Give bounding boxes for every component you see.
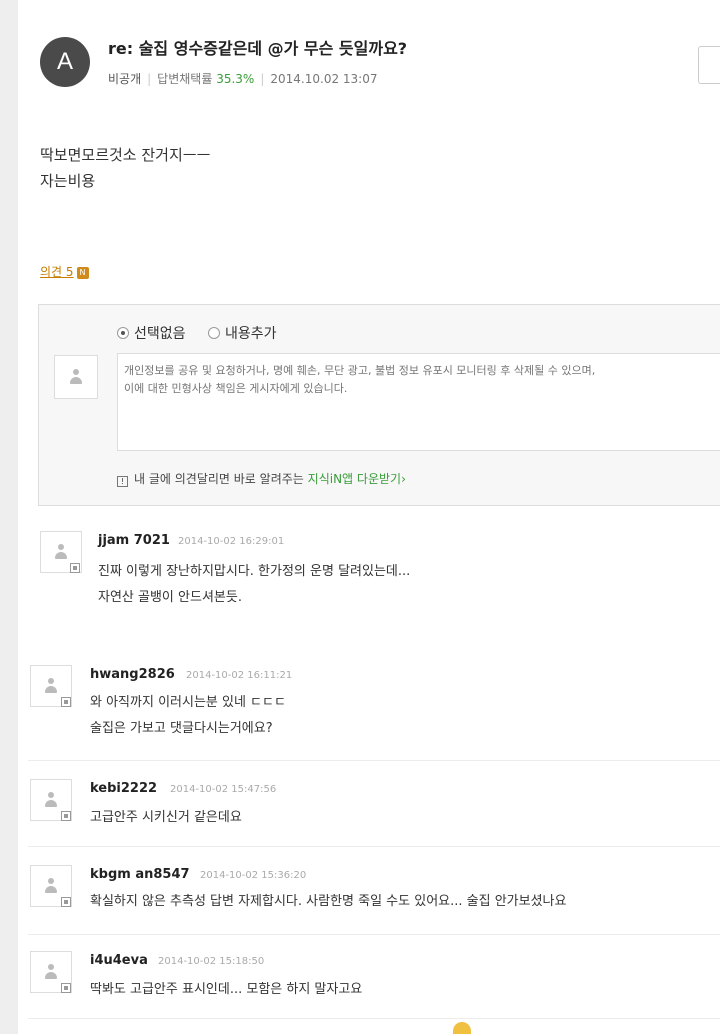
comment-text: 확실하지 않은 추측성 답변 자제합시다. 사람한명 죽일 수도 있어요... … xyxy=(90,889,566,915)
comment-text: 진짜 이렇게 장난하지맙시다. 한가정의 운명 달려있는데... 자연산 골뱅이… xyxy=(98,559,410,611)
comment-divider xyxy=(28,846,720,847)
comment-text: 와 아직까지 이러시는분 있네 ㄷㄷㄷ 술집은 가보고 댓글다시는거에요? xyxy=(90,690,286,742)
arrow-icon: › xyxy=(401,472,406,486)
answer-date: 2014.10.02 13:07 xyxy=(270,72,378,86)
reply-icon[interactable] xyxy=(61,811,71,821)
opinion-type-options: 선택없음 내용추가 xyxy=(117,323,295,343)
adoption-rate: 35.3% xyxy=(216,72,255,86)
person-icon xyxy=(44,678,58,694)
top-right-button[interactable] xyxy=(698,46,720,84)
person-icon xyxy=(44,792,58,808)
option-add-content[interactable]: 내용추가 xyxy=(207,326,277,342)
comment-line: 확실하지 않은 추측성 답변 자제합시다. 사람한명 죽일 수도 있어요... … xyxy=(90,894,567,909)
qna-answer-page: A re: 술집 영수증같은데 @가 무슨 듯일까요? 비공개 | 답변채택률 35… xyxy=(18,0,720,1034)
comment-line: 술집은 가보고 댓글다시는거에요? xyxy=(90,721,273,736)
app-download-link[interactable]: 지식iN앱 다운받기› xyxy=(308,472,406,486)
comment-line: 자연산 골뱅이 안드셔본듯. xyxy=(98,590,242,605)
person-icon xyxy=(69,369,83,385)
meta-separator: | xyxy=(260,72,265,86)
left-margin xyxy=(0,0,18,1034)
comment-divider xyxy=(28,1018,720,1019)
comment-line: 딱봐도 고급안주 표시인데... 모함은 하지 말자고요 xyxy=(90,982,363,997)
comment-username[interactable]: kbgm an8547 xyxy=(90,867,190,882)
writer-avatar xyxy=(54,355,98,399)
answer-meta: 비공개 | 답변채택률 35.3% | 2014.10.02 13:07 xyxy=(108,70,377,87)
scroll-hint-icon xyxy=(453,1022,471,1034)
person-icon xyxy=(44,878,58,894)
comment-timestamp: 2014-10-02 15:47:56 xyxy=(170,784,277,795)
person-icon xyxy=(44,964,58,980)
reply-icon[interactable] xyxy=(70,563,80,573)
meta-separator: | xyxy=(147,72,152,86)
option-label: 내용추가 xyxy=(224,326,277,342)
visibility-label: 비공개 xyxy=(108,72,142,86)
promo-text: 내 글에 의견달리면 바로 알려주는 xyxy=(134,472,304,486)
answer-body: 딱보면모르것소 잔거지ㅡㅡ 자는비용 xyxy=(40,142,210,194)
opinion-write-box: 선택없음 내용추가 ! 내 글에 의견달리면 바로 알려주는 지식iN앱 다운받기… xyxy=(38,304,720,506)
comment-timestamp: 2014-10-02 16:29:01 xyxy=(178,536,285,547)
radio-selected-icon[interactable] xyxy=(117,327,129,339)
radio-unselected-icon[interactable] xyxy=(207,327,220,339)
answer-body-line: 딱보면모르것소 잔거지ㅡㅡ xyxy=(40,146,211,164)
comment-username[interactable]: kebi2222 xyxy=(90,781,157,796)
reply-icon[interactable] xyxy=(61,697,71,707)
app-download-label[interactable]: 지식iN앱 다운받기 xyxy=(308,472,401,486)
new-badge: N xyxy=(76,266,89,279)
comment-text: 고급안주 시키신거 같은데요 xyxy=(90,805,242,831)
comment-divider xyxy=(28,760,720,761)
adoption-label: 답변채택률 xyxy=(157,72,213,86)
comment-timestamp: 2014-10-02 15:18:50 xyxy=(158,956,265,967)
notice-icon: ! xyxy=(117,476,128,487)
comment-timestamp: 2014-10-02 15:36:20 xyxy=(200,870,307,881)
comment-line: 진짜 이렇게 장난하지맙시다. 한가정의 운명 달려있는데... xyxy=(98,564,411,579)
comment-line: 고급안주 시키신거 같은데요 xyxy=(90,810,242,825)
answer-body-line: 자는비용 xyxy=(40,172,96,190)
opinions-link[interactable]: 의견 5N xyxy=(40,263,89,280)
comment-timestamp: 2014-10-02 16:11:21 xyxy=(186,670,293,681)
reply-icon[interactable] xyxy=(61,983,71,993)
opinions-label[interactable]: 의견 5 xyxy=(40,265,74,279)
answerer-avatar[interactable]: A xyxy=(40,37,90,87)
comment-username[interactable]: i4u4eva xyxy=(90,953,148,968)
option-none[interactable]: 선택없음 xyxy=(117,326,186,342)
comment-divider xyxy=(28,934,720,935)
person-icon xyxy=(54,544,68,560)
reply-icon[interactable] xyxy=(61,897,71,907)
comment-username[interactable]: hwang2826 xyxy=(90,667,175,682)
comment-line: 와 아직까지 이러시는분 있네 ㄷㄷㄷ xyxy=(90,695,286,710)
answer-title: re: 술집 영수증같은데 @가 무슨 듯일까요? xyxy=(108,39,408,58)
opinion-input[interactable] xyxy=(117,353,720,451)
app-promo: ! 내 글에 의견달리면 바로 알려주는 지식iN앱 다운받기› xyxy=(117,470,406,487)
comment-text: 딱봐도 고급안주 표시인데... 모함은 하지 말자고요 xyxy=(90,977,362,1003)
option-label: 선택없음 xyxy=(134,326,186,342)
comment-username[interactable]: jjam 7021 xyxy=(98,533,170,548)
